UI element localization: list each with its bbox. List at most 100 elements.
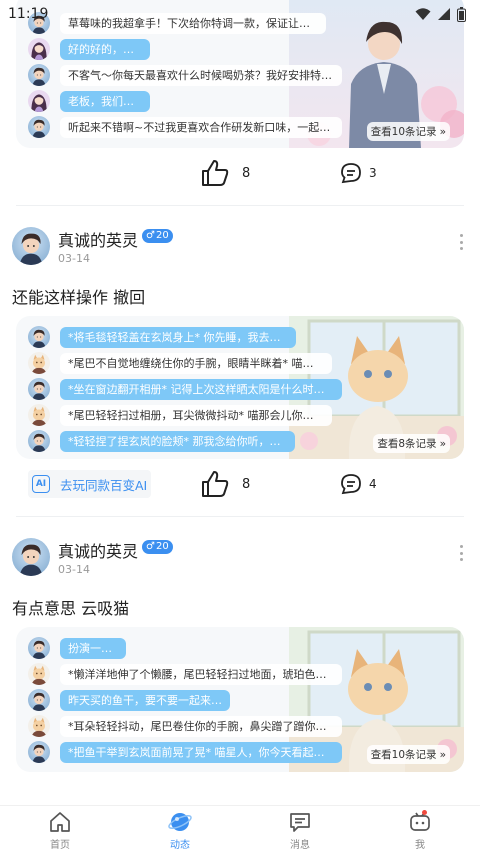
chat-preview-card[interactable]: 扮演一只猫 *懒洋洋地伸了个懒腰，尾巴轻轻扫过地面，琥珀色的眼睛... 昨天买的鱼干…: [16, 627, 464, 772]
ai-message-bubble: *尾巴轻轻扫过相册，耳尖微微抖动* 喵那会儿你还没给我...: [60, 404, 332, 426]
comment-count: 4: [369, 477, 377, 491]
view-records-label: 查看8条记录: [377, 438, 437, 450]
user-avatar: [28, 326, 50, 348]
ai-message-bubble: *懒洋洋地伸了个懒腰，尾巴轻轻扫过地面，琥珀色的眼睛...: [60, 663, 342, 685]
post-text: 还能这样操作 撤回: [12, 288, 146, 307]
view-records-label: 查看10条记录: [370, 126, 437, 138]
view-records-link[interactable]: 查看10条记录 »: [366, 745, 450, 764]
character-avatar: [28, 404, 50, 426]
user-message-bubble: 昨天买的鱼干，要不要一起来尝尝？: [60, 689, 230, 711]
tab-home[interactable]: 首页: [0, 806, 120, 853]
chat-row: 好的好的，谢谢: [28, 38, 150, 60]
message-icon: [290, 813, 310, 832]
post-divider: [16, 516, 464, 517]
user-avatar: [28, 38, 50, 60]
more-options-icon[interactable]: [454, 542, 468, 564]
chevron-right-icon: »: [439, 748, 446, 761]
chat-row: 听起来不错啊~不过我更喜欢合作研发新口味，一起赚口...: [28, 116, 342, 138]
wifi-icon: [415, 8, 431, 20]
chat-row: *懒洋洋地伸了个懒腰，尾巴轻轻扫过地面，琥珀色的眼睛...: [28, 663, 342, 685]
post-feed[interactable]: 草莓味的我超拿手！下次给你特调一款，保证让你惊艳~ 好的好的，谢谢 不客气～你每天最…: [0, 0, 480, 805]
comment-count: 3: [369, 166, 377, 180]
character-avatar: [28, 116, 50, 138]
user-message-bubble: 老板，我们合作吧: [60, 90, 150, 112]
user-avatar: [28, 637, 50, 659]
tab-feed-label: 动态: [170, 840, 190, 851]
user-message-bubble: 扮演一只猫: [60, 637, 126, 659]
user-avatar: [28, 378, 50, 400]
post-text: 有点意思 云吸猫: [12, 599, 130, 618]
status-time: 11:19: [8, 6, 49, 22]
chat-row: 不客气～你每天最喜欢什么时候喝奶茶？我好安排特供时...: [28, 64, 342, 86]
status-bar: 11:19: [0, 0, 480, 28]
comment-icon: [341, 474, 361, 495]
more-options-icon[interactable]: [454, 231, 468, 253]
chat-preview-card[interactable]: *将毛毯轻轻盖在玄岚身上* 你先睡，我去倒杯牛奶 *尾巴不自觉地缠绕住你的手腕，眼…: [16, 316, 464, 459]
chat-row: *耳朵轻轻抖动，尾巴卷住你的手腕，鼻尖蹭了蹭你的手背*...: [28, 715, 342, 737]
post-actions: 8 4: [0, 464, 480, 504]
chat-row: *尾巴不自觉地缠绕住你的手腕，眼睛半眯着* 喵别走太远...: [28, 352, 332, 374]
user-message-bubble: 好的好的，谢谢: [60, 38, 150, 60]
user-avatar: [28, 741, 50, 763]
user-message-bubble: *将毛毯轻轻盖在玄岚身上* 你先睡，我去倒杯牛奶: [60, 326, 296, 348]
chevron-right-icon: »: [439, 125, 446, 138]
character-avatar: [28, 663, 50, 685]
chat-row: 扮演一只猫: [28, 637, 126, 659]
notification-dot: [422, 810, 427, 815]
view-records-label: 查看10条记录: [370, 749, 437, 761]
user-message-bubble: *轻轻捏了捏玄岚的脸颊* 那我念给你听，好不好？: [60, 430, 295, 452]
post-actions: 8 3: [0, 153, 480, 193]
author-avatar[interactable]: [12, 227, 50, 265]
ai-message-bubble: 不客气～你每天最喜欢什么时候喝奶茶？我好安排特供时...: [60, 64, 342, 86]
character-avatar: [28, 715, 50, 737]
level-badge: ♂ 20: [142, 229, 173, 243]
tab-messages-label: 消息: [290, 840, 310, 851]
level-badge: ♂ 20: [142, 540, 173, 554]
author-name[interactable]: 真诚的英灵: [58, 538, 138, 562]
comment-button[interactable]: 3: [340, 153, 377, 193]
tab-me-label: 我: [415, 840, 425, 851]
user-avatar: [28, 430, 50, 452]
tab-feed[interactable]: 动态: [120, 806, 240, 853]
ai-message-bubble: *耳朵轻轻抖动，尾巴卷住你的手腕，鼻尖蹭了蹭你的手背*...: [60, 715, 342, 737]
view-records-link[interactable]: 查看10条记录 »: [366, 122, 450, 141]
comment-icon: [341, 163, 361, 184]
like-count: 8: [242, 165, 251, 181]
home-icon: [50, 812, 70, 832]
like-count: 8: [242, 476, 251, 492]
like-button[interactable]: 8: [200, 464, 250, 504]
tab-me[interactable]: 我: [360, 806, 480, 853]
chat-row: *将毛毯轻轻盖在玄岚身上* 你先睡，我去倒杯牛奶: [28, 326, 296, 348]
user-avatar: [28, 90, 50, 112]
comment-button[interactable]: 4: [340, 464, 377, 504]
tab-messages[interactable]: 消息: [240, 806, 360, 853]
robot-face-icon: [410, 812, 430, 831]
user-avatar: [28, 689, 50, 711]
status-icons: [415, 6, 466, 22]
chat-row: *轻轻捏了捏玄岚的脸颊* 那我念给你听，好不好？: [28, 430, 295, 452]
user-message-bubble: *坐在窗边翻开相册* 记得上次这样晒太阳是什么时候吗？: [60, 378, 342, 400]
like-button[interactable]: 8: [200, 153, 250, 193]
chat-row: 老板，我们合作吧: [28, 90, 150, 112]
ai-message-bubble: *尾巴不自觉地缠绕住你的手腕，眼睛半眯着* 喵别走太远...: [60, 352, 332, 374]
chat-row: *尾巴轻轻扫过相册，耳尖微微抖动* 喵那会儿你还没给我...: [28, 404, 332, 426]
post-header: 真诚的英灵 ♂ 20 03-14: [12, 538, 468, 578]
character-avatar: [28, 352, 50, 374]
author-name[interactable]: 真诚的英灵: [58, 227, 138, 251]
thumbs-up-icon: [202, 160, 229, 186]
user-message-bubble: *把鱼干举到玄岚面前晃了晃* 喵星人，你今天看起来不太...: [60, 741, 342, 763]
level-value: 20: [155, 230, 169, 241]
author-avatar[interactable]: [12, 538, 50, 576]
tab-home-label: 首页: [50, 840, 70, 851]
chat-row: *坐在窗边翻开相册* 记得上次这样晒太阳是什么时候吗？: [28, 378, 342, 400]
chevron-right-icon: »: [439, 437, 446, 450]
post-date: 03-14: [58, 563, 90, 576]
thumbs-up-icon: [202, 471, 229, 497]
male-icon: ♂: [146, 541, 155, 552]
chat-row: *把鱼干举到玄岚面前晃了晃* 喵星人，你今天看起来不太...: [28, 741, 342, 763]
view-records-link[interactable]: 查看8条记录 »: [373, 434, 450, 453]
post-header: 真诚的英灵 ♂ 20 03-14: [12, 227, 468, 267]
level-value: 20: [155, 541, 169, 552]
bottom-tab-bar: 首页 动态 消息 我: [0, 805, 480, 853]
male-icon: ♂: [146, 230, 155, 241]
